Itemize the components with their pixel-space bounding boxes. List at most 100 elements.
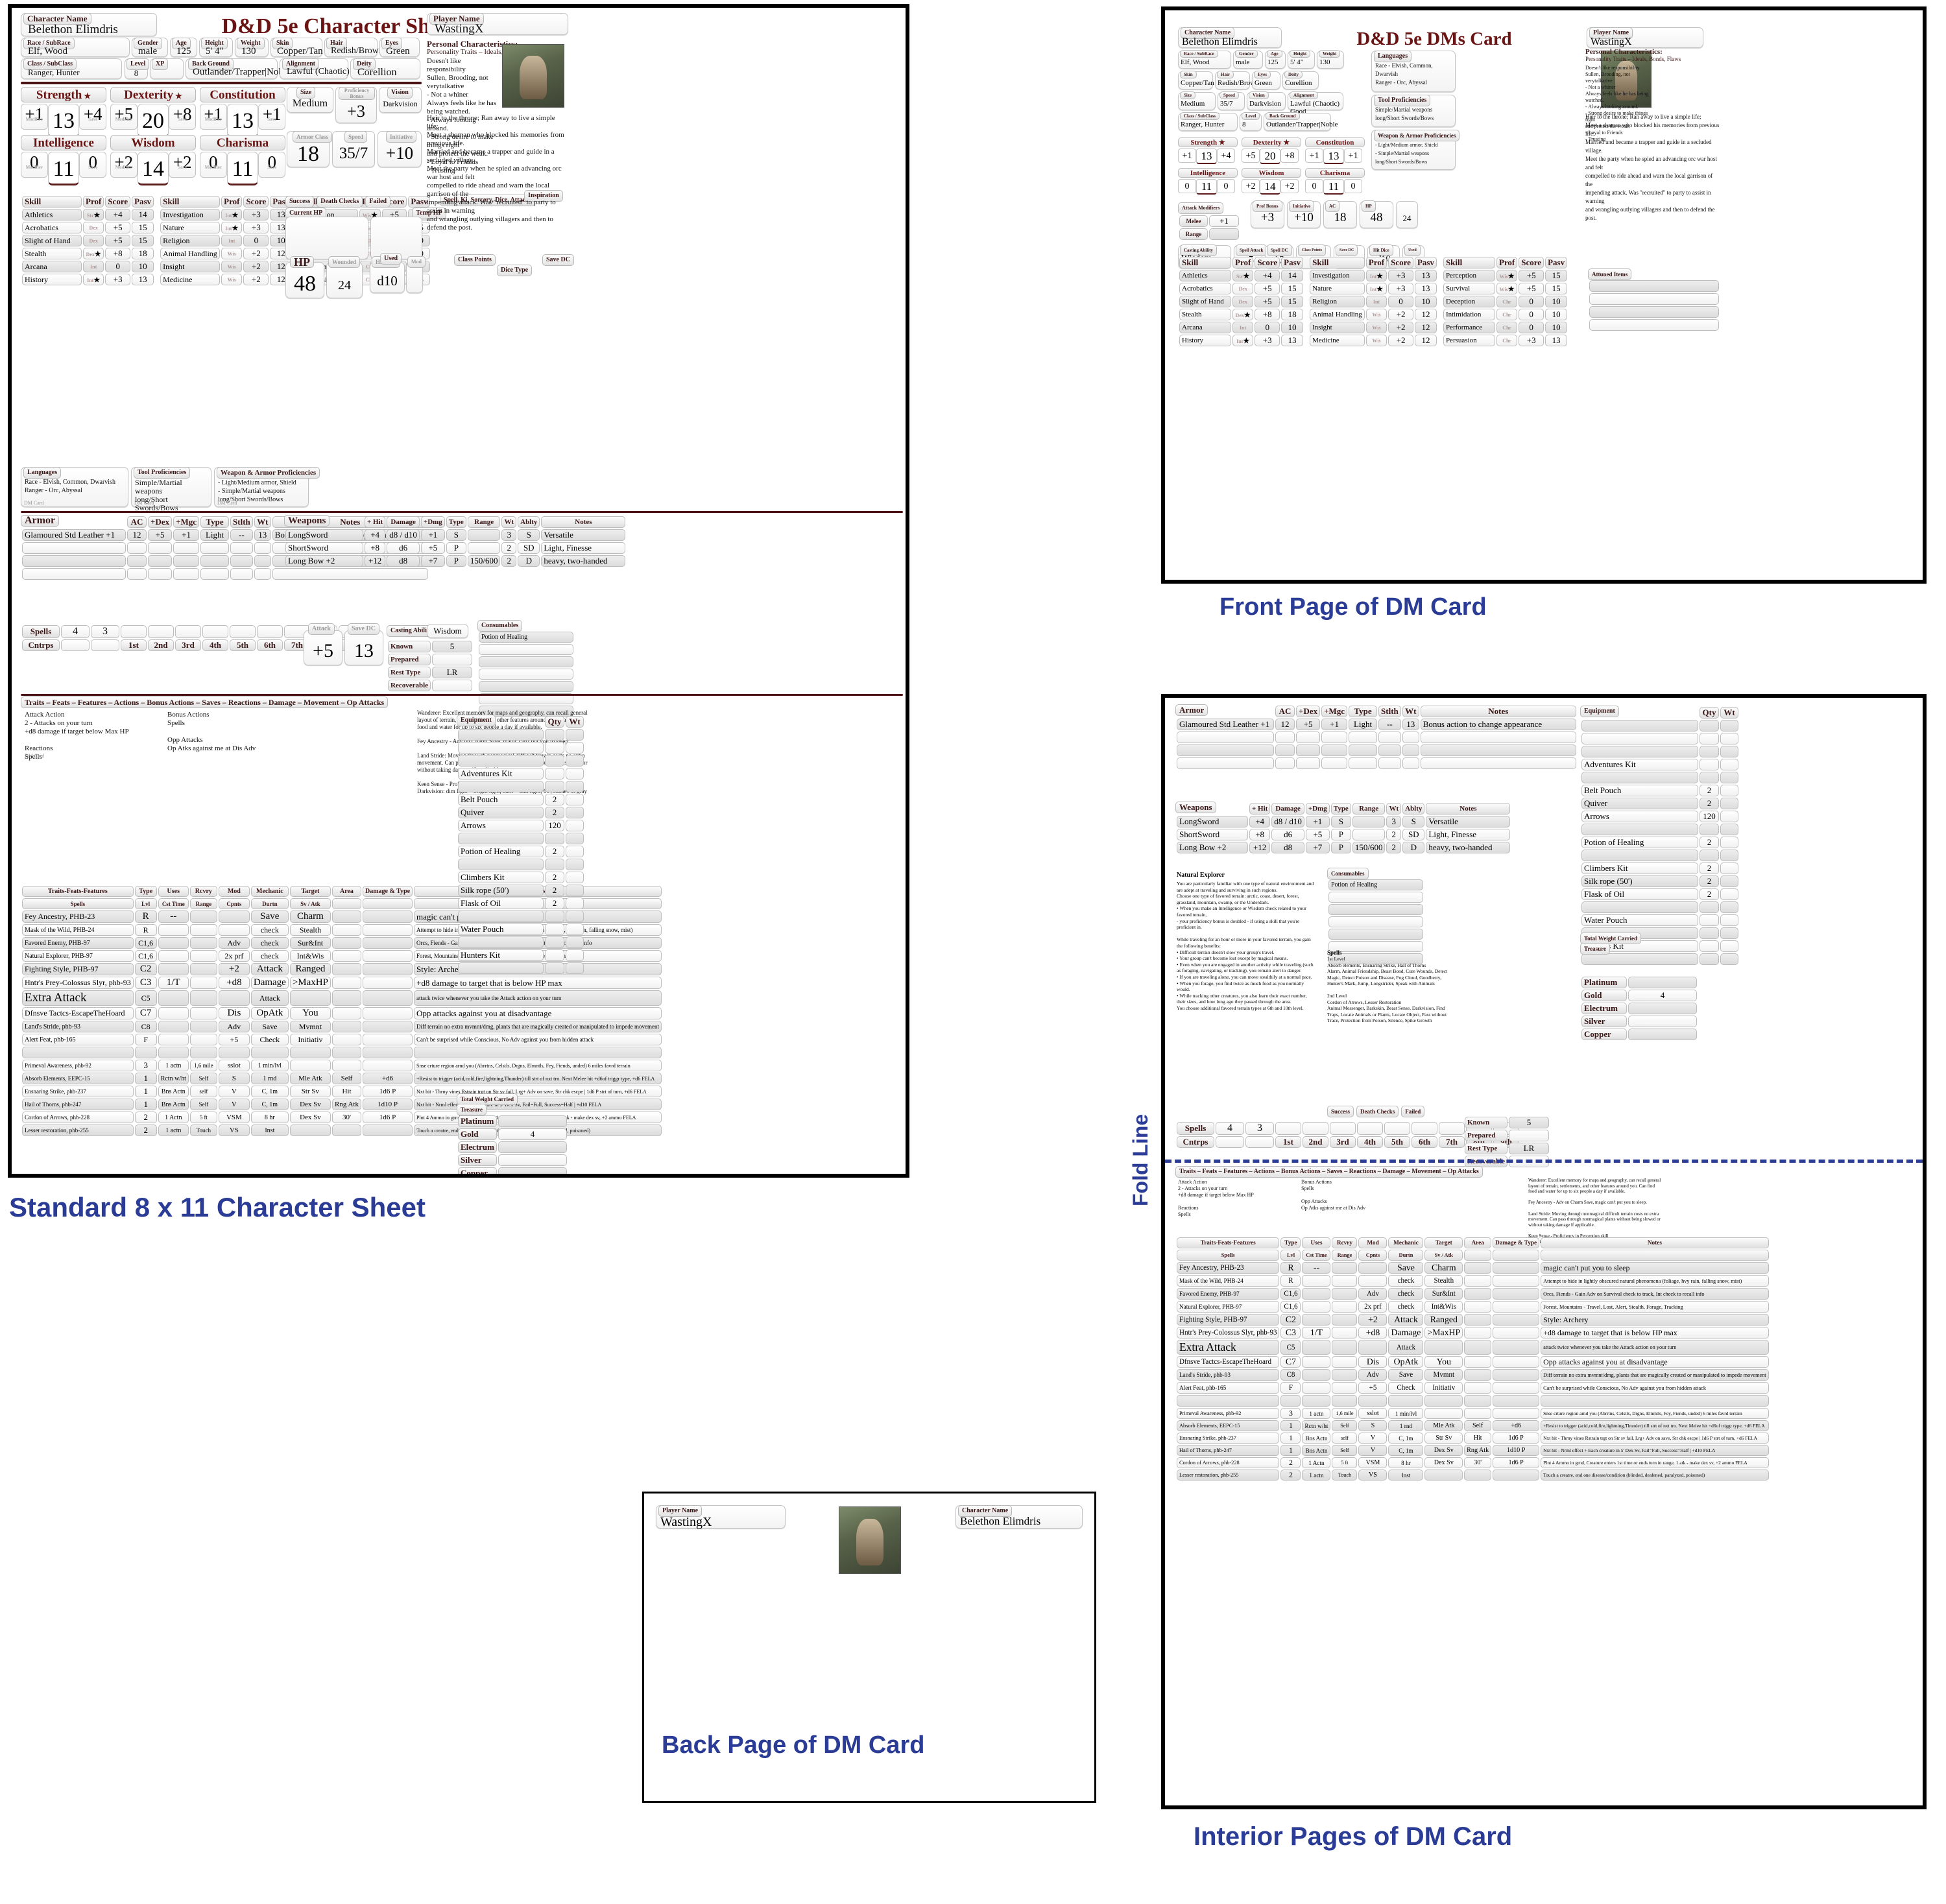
slot-cell[interactable] [148,625,174,638]
consumable-row[interactable] [1328,904,1423,915]
skill-row[interactable]: Deception Chr 0 10 [1443,296,1568,307]
slot-cell[interactable] [1330,1122,1356,1135]
dm-field[interactable]: Alignment Lawful (Chaotic) Good [1288,91,1343,115]
trait-spell-row[interactable]: Ensnaring Strike, phb-237 1 Bns Actn sel… [1177,1433,1769,1444]
skill-proficiency[interactable]: Dex [83,235,104,246]
coin-row[interactable]: Silver [1581,1016,1697,1027]
equipment-row[interactable] [458,781,584,792]
deity-field[interactable]: Deity Corellion [350,58,420,79]
skill-row[interactable]: Medicine Wis +2 12 [1310,335,1437,346]
dm-field[interactable]: Eyes Green [1252,71,1280,89]
armor-row-empty[interactable] [22,568,428,580]
consumable-row[interactable] [1328,941,1423,952]
dm-field[interactable]: Weight 130 [1317,50,1344,69]
dm-field[interactable]: Deity Corellion [1282,71,1319,89]
equipment-row[interactable]: Quiver 2 [1581,798,1738,809]
coin-row[interactable]: Silver [458,1154,567,1166]
equipment-row[interactable] [458,910,584,922]
trait-row[interactable]: Mask of the Wild, PHB-24 R check Stealth… [1177,1275,1769,1287]
current-hp-field[interactable] [285,217,368,259]
attuned-item-row[interactable] [1589,306,1719,318]
character-name-field[interactable]: Character Name Belethon Elimdris [21,13,157,36]
skill-proficiency[interactable]: Dex★ [1232,309,1254,320]
equipment-row[interactable]: Potion of Healing 2 [458,846,584,857]
dm-field[interactable]: Gender male [1233,50,1263,69]
skill-row[interactable]: History Int★ +3 13 [1179,335,1304,346]
weight-field[interactable]: Weight 130 [235,38,269,57]
coin-row[interactable]: Copper [1581,1029,1697,1040]
slot-cell[interactable] [1357,1122,1383,1135]
consumable-row[interactable] [1328,929,1423,940]
coin-row[interactable]: Platinum [1581,977,1697,988]
trait-row[interactable]: Land's Stride, phb-93 C8 Adv Save Mvmnt … [22,1021,662,1032]
skill-row[interactable]: Investigation Int★ +3 13 [160,209,293,220]
coin-row[interactable]: Electrum [1581,1003,1697,1014]
skill-proficiency[interactable]: Wis [1365,322,1387,333]
skill-proficiency[interactable]: Wis [1365,309,1387,320]
skill-row[interactable]: Acrobatics Dex +5 15 [22,222,154,233]
skill-proficiency[interactable]: Int [221,235,243,246]
attuned-item-row[interactable] [1589,293,1719,305]
skill-proficiency[interactable]: Int★ [1232,335,1254,346]
coin-row[interactable]: Gold 4 [1581,990,1697,1001]
weapon-row[interactable]: ShortSword +8 d6 +5 P 2 SD Light, Finess… [1177,829,1511,840]
weapon-row[interactable]: Long Bow +2 +12 d8 +7 P 150/600 2 D heav… [1177,842,1511,853]
skill-proficiency[interactable]: Dex [1232,296,1254,307]
skill-proficiency[interactable]: Int★ [1365,270,1387,281]
equipment-row[interactable]: Flask of Oil 2 [1581,888,1738,900]
equipment-row[interactable] [1581,953,1738,965]
skill-row[interactable]: Athletics Str★ +4 14 [22,209,154,220]
skill-proficiency[interactable]: Int [1365,296,1387,307]
equipment-row[interactable] [458,729,584,741]
equipment-row[interactable]: Climbers Kit 2 [458,872,584,883]
gender-field[interactable]: Gender male [132,38,168,57]
skill-proficiency[interactable]: Int★ [221,209,243,220]
trait-row[interactable]: Natural Explorer, PHB-97 C1,6 2x prf che… [1177,1301,1769,1313]
age-field[interactable]: Age 125 [170,38,197,57]
skill-proficiency[interactable]: Str★ [83,209,104,220]
trait-spell-row[interactable]: Absorb Elements, EEPC-15 1 Rctn w/ht Sel… [22,1073,662,1084]
slot-cell[interactable] [1411,1122,1437,1135]
skill-row[interactable]: Acrobatics Dex +5 15 [1179,283,1304,294]
trait-spell-row[interactable]: Absorb Elements, EEPC-15 1 Rctn w/ht Sel… [1177,1420,1769,1431]
back-character-name-field[interactable]: Character Name Belethon Elimdris [955,1505,1083,1529]
skill-proficiency[interactable]: Str★ [1232,270,1254,281]
equipment-row[interactable]: Arrows 120 [1581,811,1738,822]
equipment-row[interactable] [458,859,584,870]
armor-row-empty[interactable] [1177,732,1576,743]
trait-row[interactable]: Favored Enemy, PHB-97 C1,6 Adv check Sur… [1177,1288,1769,1300]
skill-row[interactable]: Performance Chr 0 10 [1443,322,1568,333]
dm-field[interactable]: Level 8 [1240,112,1262,131]
skill-proficiency[interactable]: Wis [1365,335,1387,346]
skill-row[interactable]: Insight Wis +2 12 [1310,322,1437,333]
consumable-row[interactable] [479,669,573,680]
trait-row[interactable] [22,1047,662,1058]
skill-proficiency[interactable]: Dex★ [83,248,104,259]
trait-row[interactable] [1177,1395,1769,1407]
trait-row[interactable]: Extra Attack C5 Attack attack twice when… [22,990,662,1006]
class-field[interactable]: Class / SubClass Ranger, Hunter [21,58,122,79]
dm-field[interactable]: Size Medium [1178,91,1216,110]
equipment-row[interactable] [458,742,584,754]
equipment-row[interactable]: Adventures Kit [1581,759,1738,770]
skill-row[interactable]: Slight of Hand Dex +5 15 [1179,296,1304,307]
equipment-row[interactable]: Potion of Healing 2 [1581,837,1738,848]
trait-row[interactable]: Dfnsve Tactcs-EscapeTheHoard C7 Dis OpAt… [1177,1356,1769,1368]
dm-field[interactable]: Hair Redish/Brown [1215,71,1259,89]
skill-row[interactable]: Persuasion Chr +3 13 [1443,335,1568,346]
trait-row[interactable]: Alert Feat, phb-165 F +5 Check Initiativ… [1177,1382,1769,1394]
equipment-row[interactable] [458,755,584,767]
trait-spell-row[interactable]: Primeval Awareness, phb-92 3 1 actn 1,6 … [22,1060,662,1071]
skill-proficiency[interactable]: Int [83,261,104,272]
dm-field[interactable]: Skin Copper/Tan [1178,71,1214,89]
skill-proficiency[interactable]: Wis [221,248,243,259]
equipment-row[interactable]: Silk rope (50') 2 [1581,875,1738,887]
equipment-row[interactable] [458,962,584,974]
skill-row[interactable]: Nature Int★ +3 13 [1310,283,1437,294]
trait-row[interactable]: Alert Feat, phb-165 F +5 Check Initiativ… [22,1034,662,1045]
back-player-name-field[interactable]: Player Name WastingX [656,1505,786,1529]
skill-proficiency[interactable]: Wis [221,261,243,272]
equipment-row[interactable] [1581,720,1738,732]
equipment-row[interactable]: Quiver 2 [458,807,584,818]
trait-spell-row[interactable]: Lesser restoration, phb-255 2 1 actn Tou… [1177,1470,1769,1481]
